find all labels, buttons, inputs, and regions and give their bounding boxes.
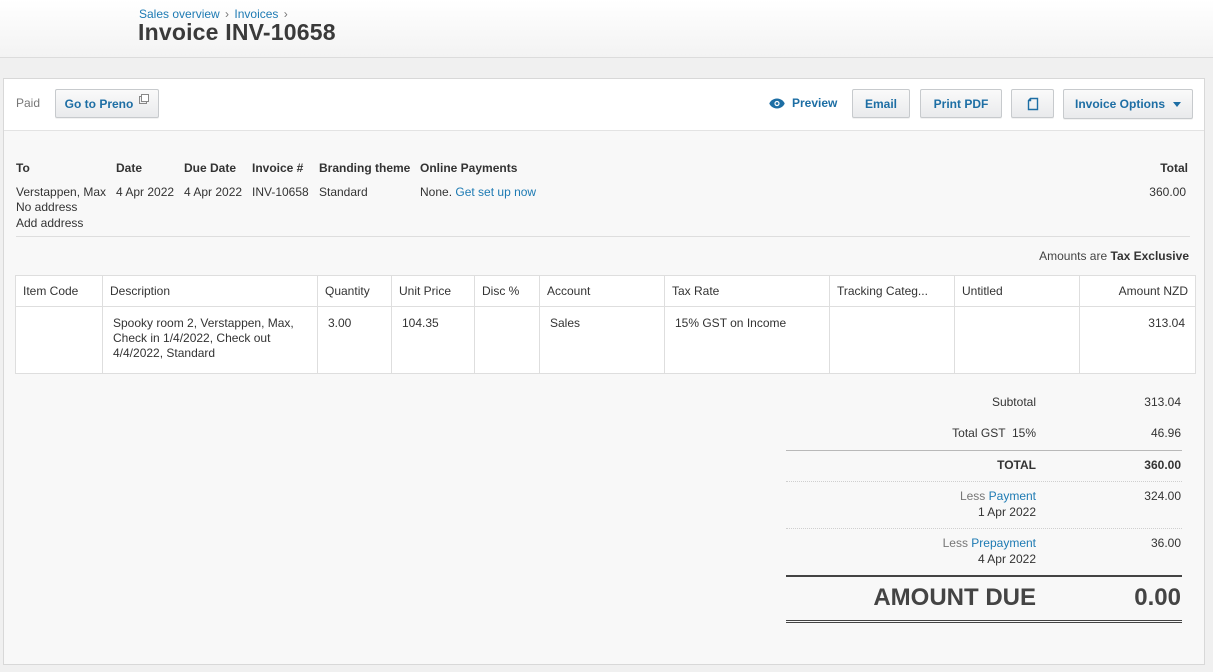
column-header: Disc % <box>474 275 540 307</box>
cell-description: Spooky room 2, Verstappen, Max, Check in… <box>102 306 318 374</box>
gst-value: 46.96 <box>1150 426 1181 440</box>
amount-due-value: 0.00 <box>1134 584 1181 611</box>
totals-divider <box>786 481 1182 482</box>
amount-due-label: AMOUNT DUE <box>873 584 1036 611</box>
prepayment-value[interactable]: 36.00 <box>1061 536 1181 550</box>
print-pdf-button[interactable]: Print PDF <box>920 89 1002 118</box>
invoice-number: INV-10658 <box>252 185 309 199</box>
table-row: Spooky room 2, Verstappen, Max, Check in… <box>15 306 1196 374</box>
go-to-preno-label: Go to Preno <box>64 96 134 111</box>
cell-item-code <box>15 306 103 374</box>
copy-icon <box>1027 97 1038 110</box>
preview-link[interactable]: Preview <box>769 96 837 110</box>
invoice-due-date: 4 Apr 2022 <box>184 185 243 199</box>
caret-down-icon <box>1173 101 1181 107</box>
cell-quantity: 3.00 <box>317 306 392 374</box>
prepayment-link[interactable]: Prepayment <box>971 536 1036 550</box>
external-link-icon <box>139 94 150 107</box>
column-header: Description <box>102 275 318 307</box>
prepayment-label: Less Prepayment <box>736 536 1036 550</box>
to-label: To <box>16 161 30 175</box>
invoice-options-label: Invoice Options <box>1074 97 1165 111</box>
invoice-total: 360.00 <box>1149 185 1186 199</box>
branding-theme-label: Branding theme <box>319 161 411 175</box>
line-items-table: Item Code Description Quantity Unit Pric… <box>15 275 1196 374</box>
payment-value[interactable]: 324.00 <box>1061 489 1181 503</box>
subtotal-label: Subtotal <box>991 395 1036 409</box>
payment-label: Less Payment <box>736 489 1036 503</box>
page-header: Sales overview › Invoices › Invoice INV-… <box>0 0 1213 58</box>
cell-tracking <box>829 306 955 374</box>
totals-divider <box>786 528 1182 529</box>
cell-unit-price: 104.35 <box>391 306 475 374</box>
no-address-text: No address <box>16 200 78 214</box>
copy-button[interactable] <box>1011 89 1054 118</box>
invoice-number-label: Invoice # <box>252 161 304 175</box>
column-header: Tax Rate <box>664 275 830 307</box>
cell-account: Sales <box>539 306 665 374</box>
less-text: Less <box>942 536 968 550</box>
column-header: Unit Price <box>391 275 475 307</box>
divider <box>16 236 1190 237</box>
prepayment-date: 4 Apr 2022 <box>977 552 1036 566</box>
cell-untitled <box>954 306 1080 374</box>
table-header-row: Item Code Description Quantity Unit Pric… <box>15 275 1196 307</box>
page-title: Invoice INV-10658 <box>138 19 336 45</box>
total-label: Total <box>1160 161 1188 175</box>
total-row-value: 360.00 <box>1144 458 1181 472</box>
branding-theme: Standard <box>319 185 368 199</box>
column-header: Account <box>539 275 665 307</box>
column-header: Tracking Categ... <box>829 275 955 307</box>
payment-date: 1 Apr 2022 <box>977 505 1036 519</box>
invoice-options-button[interactable]: Invoice Options <box>1063 89 1193 119</box>
invoice-panel: Paid Go to Preno Preview Email Print PDF… <box>3 78 1205 665</box>
get-set-up-link[interactable]: Get set up now <box>455 185 536 199</box>
subtotal-value: 313.04 <box>1144 395 1181 409</box>
due-date-label: Due Date <box>184 161 237 175</box>
cell-disc <box>474 306 540 374</box>
toolbar: Paid Go to Preno Preview Email Print PDF… <box>4 79 1204 131</box>
cell-tax-rate: 15% GST on Income <box>664 306 830 374</box>
online-payments-none: None. <box>420 185 453 199</box>
totals-divider <box>786 575 1182 577</box>
total-row-label: TOTAL <box>997 458 1036 472</box>
status-badge: Paid <box>16 96 41 110</box>
gst-label: Total GST 15% <box>952 426 1036 440</box>
column-header: Untitled <box>954 275 1080 307</box>
invoice-date: 4 Apr 2022 <box>116 185 175 199</box>
eye-icon <box>769 98 785 108</box>
online-payments-value: None. Get set up now <box>420 185 536 199</box>
email-button[interactable]: Email <box>852 89 910 118</box>
payment-link[interactable]: Payment <box>989 489 1036 503</box>
go-to-preno-button[interactable]: Go to Preno <box>55 89 159 118</box>
totals-double-rule <box>786 620 1182 624</box>
amounts-are-value: Tax Exclusive <box>1110 249 1190 263</box>
amounts-are: Amounts are Tax Exclusive <box>1039 249 1189 263</box>
online-payments-label: Online Payments <box>420 161 518 175</box>
column-header: Amount NZD <box>1079 275 1196 307</box>
add-address-link[interactable]: Add address <box>16 216 83 230</box>
amounts-are-prefix: Amounts are <box>1039 249 1108 263</box>
date-label: Date <box>116 161 143 175</box>
cell-amount: 313.04 <box>1079 306 1196 374</box>
column-header: Quantity <box>317 275 392 307</box>
contact-link[interactable]: Verstappen, Max <box>16 185 106 199</box>
totals-divider <box>786 450 1182 451</box>
less-text: Less <box>959 489 986 503</box>
column-header: Item Code <box>15 275 103 307</box>
preview-label: Preview <box>792 96 838 110</box>
